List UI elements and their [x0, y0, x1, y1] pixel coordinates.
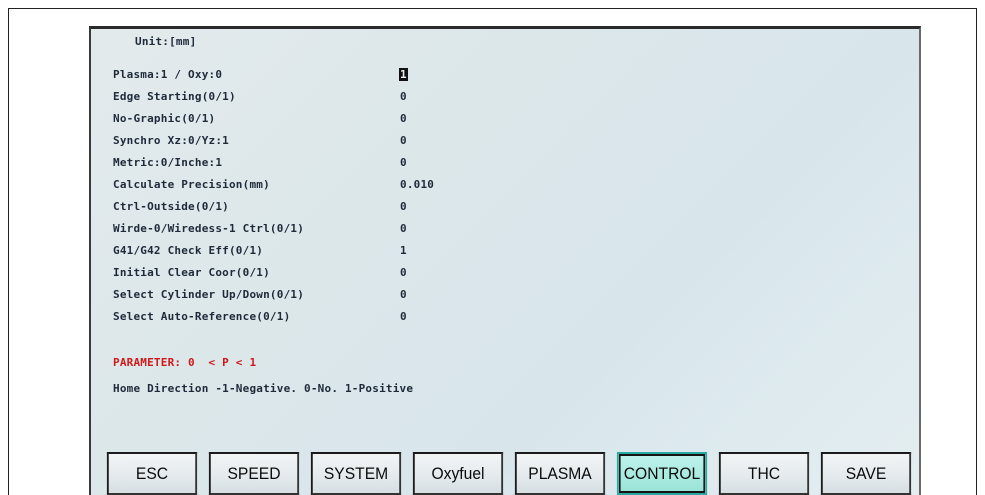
thc-button[interactable]: THC: [718, 452, 810, 495]
param-row-auto-reference[interactable]: Select Auto-Reference(0/1) 0: [113, 308, 813, 330]
param-row-initial-clear[interactable]: Initial Clear Coor(0/1) 0: [113, 264, 813, 286]
plasma-button[interactable]: PLASMA: [514, 452, 606, 495]
param-label: Select Cylinder Up/Down(0/1): [113, 288, 305, 301]
help-text: Home Direction -1-Negative. 0-No. 1-Posi…: [113, 382, 414, 395]
param-value-field[interactable]: 0: [400, 310, 407, 323]
system-button[interactable]: SYSTEM: [310, 452, 402, 495]
param-value-field[interactable]: 0: [400, 266, 407, 279]
param-row-cylinder[interactable]: Select Cylinder Up/Down(0/1) 0: [113, 286, 813, 308]
param-row-no-graphic[interactable]: No-Graphic(0/1) 0: [113, 110, 813, 132]
param-row-g41-g42[interactable]: G41/G42 Check Eff(0/1) 1: [113, 242, 813, 264]
param-label: Calculate Precision(mm): [113, 178, 270, 191]
unit-label: Unit:[mm]: [135, 35, 197, 48]
control-button[interactable]: CONTROL: [616, 452, 708, 495]
param-value-field[interactable]: 1: [400, 244, 407, 257]
param-row-wired-ctrl[interactable]: Wirde-0/Wiredess-1 Ctrl(0/1) 0: [113, 220, 813, 242]
param-label: Synchro Xz:0/Yz:1: [113, 134, 229, 147]
param-label: Initial Clear Coor(0/1): [113, 266, 270, 279]
param-row-plasma-oxy[interactable]: Plasma:1 / Oxy:0 1: [113, 66, 813, 88]
save-button[interactable]: SAVE: [820, 452, 912, 495]
param-label: Ctrl-Outside(0/1): [113, 200, 229, 213]
param-value-field[interactable]: 0: [400, 222, 407, 235]
param-value-field[interactable]: 0: [400, 200, 407, 213]
param-value-field[interactable]: 0: [400, 90, 407, 103]
param-label: G41/G42 Check Eff(0/1): [113, 244, 264, 257]
param-label: Edge Starting(0/1): [113, 90, 236, 103]
param-value-field[interactable]: 0: [400, 288, 407, 301]
parameter-range-hint: PARAMETER: 0 < P < 1: [113, 356, 257, 369]
param-value-field[interactable]: 0: [400, 112, 407, 125]
param-label: Wirde-0/Wiredess-1 Ctrl(0/1): [113, 222, 305, 235]
param-row-ctrl-outside[interactable]: Ctrl-Outside(0/1) 0: [113, 198, 813, 220]
param-value-field[interactable]: 0: [400, 134, 407, 147]
softkey-bar: ESC SPEED SYSTEM Oxyfuel PLASMA CONTROL …: [91, 449, 919, 495]
param-value-field[interactable]: 0: [400, 156, 407, 169]
param-value-field[interactable]: 1: [399, 68, 408, 81]
oxyfuel-button[interactable]: Oxyfuel: [412, 452, 504, 495]
param-row-edge-starting[interactable]: Edge Starting(0/1) 0: [113, 88, 813, 110]
param-label: Select Auto-Reference(0/1): [113, 310, 291, 323]
param-row-synchro[interactable]: Synchro Xz:0/Yz:1 0: [113, 132, 813, 154]
param-value-field[interactable]: 0.010: [400, 178, 434, 191]
cnc-screen: Unit:[mm] Plasma:1 / Oxy:0 1 Edge Starti…: [89, 26, 921, 495]
esc-button[interactable]: ESC: [106, 452, 198, 495]
param-label: Plasma:1 / Oxy:0: [113, 68, 223, 81]
param-row-metric-inch[interactable]: Metric:0/Inche:1 0: [113, 154, 813, 176]
param-label: No-Graphic(0/1): [113, 112, 216, 125]
parameter-list: Plasma:1 / Oxy:0 1 Edge Starting(0/1) 0 …: [113, 66, 813, 330]
speed-button[interactable]: SPEED: [208, 452, 300, 495]
param-label: Metric:0/Inche:1: [113, 156, 223, 169]
param-row-calc-precision[interactable]: Calculate Precision(mm) 0.010: [113, 176, 813, 198]
